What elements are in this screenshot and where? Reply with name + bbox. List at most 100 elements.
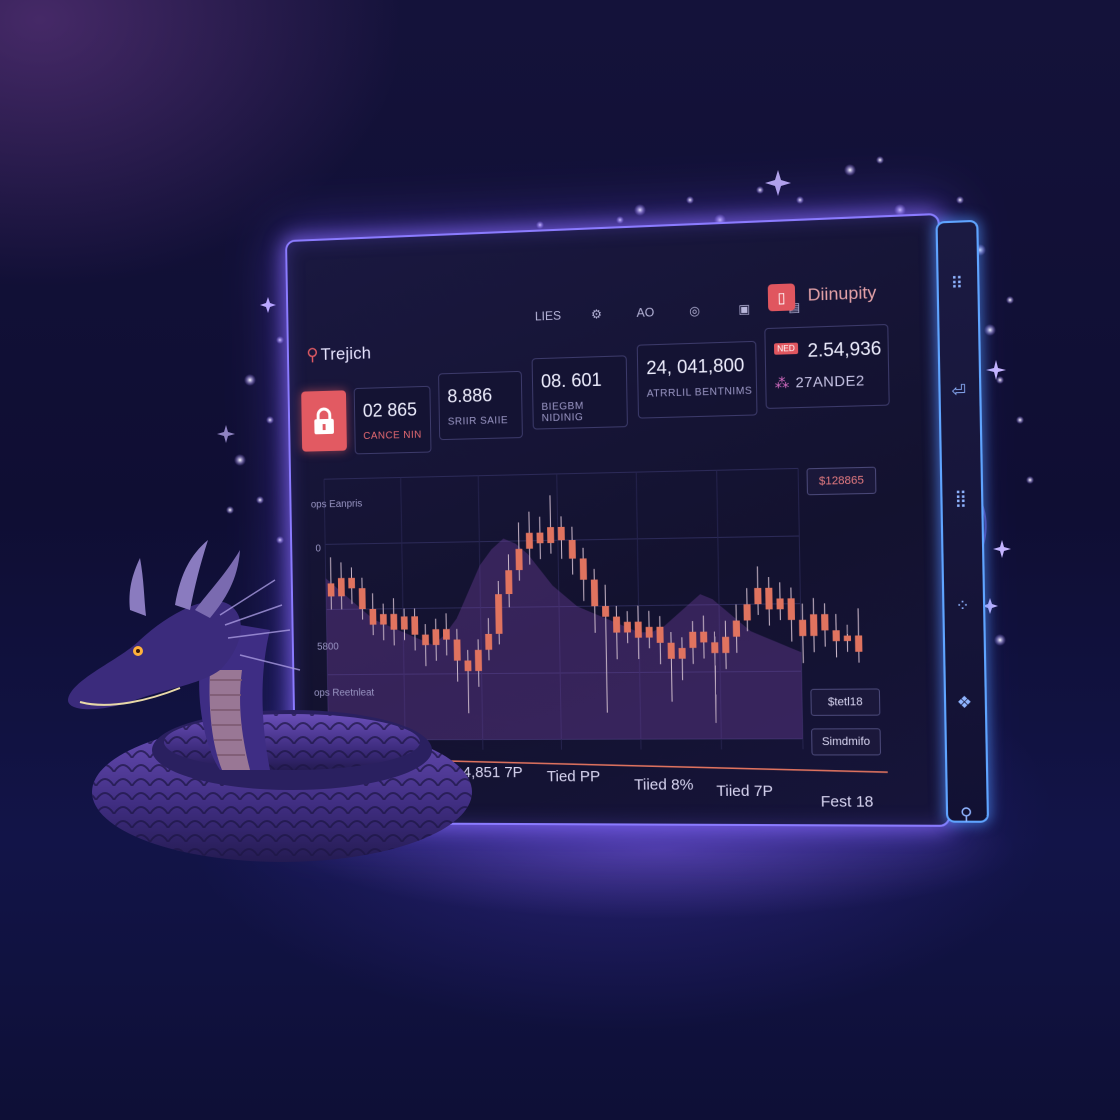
- cluster-icon[interactable]: ❖: [952, 692, 976, 715]
- candle-body: [667, 642, 675, 659]
- user-badge-icon[interactable]: ▯: [767, 283, 796, 312]
- price-pill-top[interactable]: $128865: [806, 466, 877, 496]
- sparkle: [634, 204, 646, 216]
- back-arrow-icon[interactable]: ⏎: [947, 380, 971, 404]
- stat-card-5[interactable]: NED 2.54,936 ⁂ 27ANDE2: [764, 323, 890, 409]
- stat-value: 02 865: [362, 399, 418, 421]
- wallet-icon[interactable]: ▣: [731, 301, 758, 317]
- sparkle: [266, 416, 274, 424]
- map-pin-icon: ⚲: [306, 345, 319, 365]
- candle-body: [557, 526, 565, 541]
- stat-label: 27ANDE2: [795, 371, 865, 391]
- stat-value: 2.54,936: [807, 337, 882, 361]
- search-icon[interactable]: ⚲: [954, 804, 978, 827]
- candle-body: [602, 606, 610, 617]
- profile-name[interactable]: Diinupity: [807, 282, 876, 305]
- stat-label: SRIIR SAIIE: [447, 415, 509, 428]
- sparkle: [234, 454, 246, 466]
- candle-body: [547, 527, 555, 544]
- candle-body: [711, 642, 719, 654]
- sparkle: [1006, 296, 1014, 304]
- candle-body: [515, 548, 523, 571]
- sparkle: [256, 496, 264, 504]
- brand-logo[interactable]: ⚲Trejich: [306, 343, 371, 365]
- sparkle: [984, 324, 996, 336]
- nodes-icon[interactable]: ⁘: [951, 595, 975, 618]
- sparkle: [796, 196, 804, 204]
- lock-icon: [312, 407, 336, 435]
- candle-body: [579, 558, 587, 580]
- top-toolbar: LIES ⚙ AO ◎ ▣ ▤: [535, 300, 808, 324]
- candle-body: [754, 587, 762, 605]
- stat-badge: NED: [773, 342, 799, 355]
- candle-body: [787, 598, 795, 620]
- scene: ⚲Trejich LIES ⚙ AO ◎ ▣ ▤ ▯ Diinupity: [0, 0, 1120, 1120]
- candle-body: [832, 630, 840, 642]
- candle-body: [776, 598, 784, 610]
- sparkle: [844, 164, 856, 176]
- menu-grid-icon[interactable]: ⠿: [945, 273, 969, 297]
- series-label: ops Eanpris: [310, 498, 363, 511]
- x-axis-label-4: Tiied 7P: [716, 782, 774, 801]
- candle-body: [798, 619, 807, 637]
- candle-body: [732, 620, 741, 637]
- lock-button[interactable]: [301, 390, 347, 452]
- candle-body: [525, 532, 533, 549]
- coin-icon[interactable]: ◎: [681, 303, 708, 318]
- candle-body: [590, 579, 599, 607]
- candle-body: [485, 633, 493, 650]
- x-axis-label-3: Tiied 8%: [633, 776, 694, 794]
- dice-icon: ⁂: [774, 374, 790, 392]
- sparkle: [1016, 416, 1024, 424]
- sparkle: [276, 336, 284, 344]
- price-pill-mid[interactable]: $tetl18: [810, 688, 881, 716]
- sparkle: [686, 196, 694, 204]
- stat-label: BIEGBM NIDINIG: [541, 400, 584, 425]
- x-axis-label-5: Fest 18: [820, 792, 874, 811]
- candle-body: [809, 614, 818, 636]
- candle-body: [854, 635, 863, 652]
- candle-body: [495, 594, 503, 634]
- sparkle: [226, 506, 234, 514]
- candle-body: [722, 636, 730, 653]
- price-pill-bottom[interactable]: Simdmifo: [811, 728, 882, 756]
- candle-body: [743, 604, 751, 621]
- candle-body: [634, 621, 642, 638]
- sparkle: [994, 634, 1006, 646]
- candle-body: [505, 570, 513, 595]
- candle-wick: [550, 495, 551, 553]
- stat-card-3[interactable]: 08. 601 BIEGBM NIDINIG: [531, 355, 628, 430]
- toolbar-item-ao[interactable]: AO: [632, 305, 659, 320]
- sparkle: [756, 186, 764, 194]
- toolbar-item-lies[interactable]: LIES: [535, 308, 561, 323]
- candle-body: [700, 631, 708, 643]
- sparkle: [876, 156, 884, 164]
- candle-body: [678, 647, 686, 659]
- stat-label: ATRRLIL BENTNIMS: [646, 385, 753, 400]
- dragon-illustration: [68, 540, 472, 862]
- apps-grid-icon[interactable]: ⣿: [949, 488, 973, 512]
- x-axis-label-2: Tied PP: [546, 768, 601, 786]
- stat-value: 08. 601: [540, 369, 602, 392]
- stat-value: 24, 041,800: [646, 354, 745, 379]
- stat-label: CANCE NIN: [363, 429, 422, 443]
- candle-body: [656, 626, 664, 643]
- candle-body: [843, 635, 852, 642]
- stat-card-2[interactable]: 8.886 SRIIR SAIIE: [438, 370, 523, 441]
- candle-body: [568, 539, 576, 559]
- sparkle: [1026, 476, 1034, 484]
- stat-value: 8.886: [447, 384, 493, 407]
- sparkle: [536, 221, 544, 229]
- stat-card-1[interactable]: 02 865 CANCE NIN: [353, 385, 432, 455]
- candle-body: [623, 621, 631, 633]
- candle-body: [765, 587, 773, 610]
- candle-body: [536, 532, 544, 544]
- brand-name: Trejich: [320, 343, 372, 364]
- sparkle: [996, 376, 1004, 384]
- candle-body: [821, 614, 829, 631]
- sparkle: [616, 216, 624, 224]
- stat-card-4[interactable]: 24, 041,800 ATRRLIL BENTNIMS: [636, 340, 758, 419]
- sparkle: [956, 196, 964, 204]
- gear-icon[interactable]: ⚙: [583, 307, 610, 322]
- candle-body: [645, 626, 653, 638]
